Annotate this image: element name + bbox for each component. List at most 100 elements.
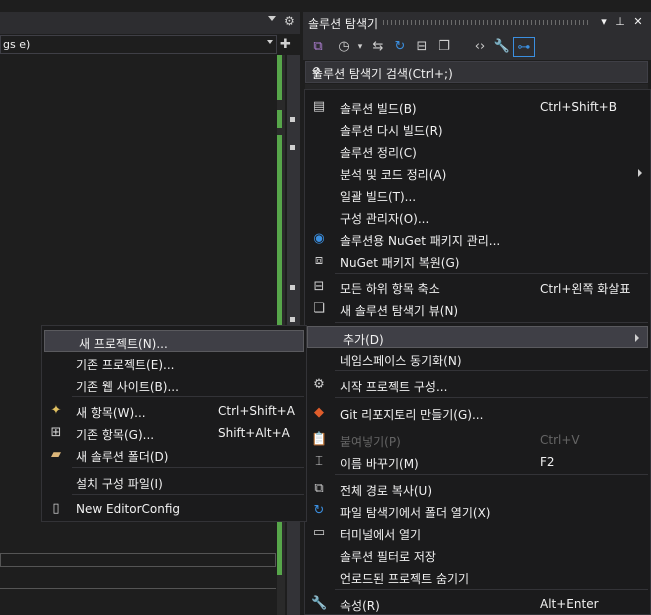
menu-item-기존-항목[interactable]: ⊞ 기존 항목(G)... Shift+Alt+A xyxy=(42,422,306,444)
menu-separator xyxy=(335,370,648,371)
menu-item-label: 기존 웹 사이트(B)... xyxy=(76,380,179,394)
menu-item-기존-프로젝트[interactable]: 기존 프로젝트(E)... xyxy=(42,352,306,374)
solution-explorer-toolbar: ⧉ ◷ ▾ ⇆ ↻ ⊟ ❐ ‹› 🔧 ⊶ xyxy=(303,34,651,60)
pin-icon[interactable]: ⊥ xyxy=(613,14,627,30)
copy-icon: ⧉ xyxy=(314,481,324,496)
folder-icon: ▰ xyxy=(51,447,61,462)
refresh-icon: ↻ xyxy=(313,503,325,518)
menu-item-솔루션용-nuget-패키지-관리[interactable]: ◉ 솔루션용 NuGet 패키지 관리... xyxy=(305,228,650,250)
menu-item-이름-바꾸기[interactable]: ⌶ 이름 바꾸기(M) F2 xyxy=(305,451,650,473)
wrench-icon: 🔧 xyxy=(311,596,328,611)
preview-icon[interactable]: ⊶ xyxy=(513,37,535,57)
divider xyxy=(0,588,276,589)
overview-mark xyxy=(290,145,295,150)
sync-active-document-icon[interactable]: ⇆ xyxy=(369,37,387,57)
menu-item-네임스페이스-동기화[interactable]: 네임스페이스 동기화(N) xyxy=(305,348,650,370)
menu-item-label: 새 항목(W)... xyxy=(76,406,146,420)
menu-item-속성[interactable]: 🔧 속성(R) Alt+Enter xyxy=(305,593,650,615)
context-menu: ▤ 솔루션 빌드(B) Ctrl+Shift+B 솔루션 다시 빌드(R) 솔루션 정리… xyxy=(304,89,651,615)
editor-bottom-field xyxy=(0,553,276,567)
menu-item-새-항목[interactable]: ✦ 새 항목(W)... Ctrl+Shift+A xyxy=(42,400,306,422)
build-icon: ▤ xyxy=(312,99,326,114)
menu-item-기존-웹-사이트[interactable]: 기존 웹 사이트(B)... xyxy=(42,374,306,396)
menu-item-new-editorconfig[interactable]: ▯ New EditorConfig xyxy=(42,498,306,520)
switch-views-icon[interactable]: ⧉ xyxy=(309,37,327,57)
add-submenu: 새 프로젝트(N)... 기존 프로젝트(E)... 기존 웹 사이트(B)... ✦… xyxy=(41,325,307,522)
menu-item-label: 전체 경로 복사(U) xyxy=(340,484,433,498)
menu-item-추가[interactable]: 추가(D) xyxy=(307,326,648,348)
menu-item-분석-및-코드-정리[interactable]: 분석 및 코드 정리(A) xyxy=(305,162,650,184)
solution-explorer-search[interactable]: 솔루션 탐색기 검색(Ctrl+;) ⚲ xyxy=(305,61,648,83)
member-dropdown-value: gs e) xyxy=(3,38,31,51)
menu-item-label: 속성(R) xyxy=(340,599,380,613)
menu-item-label: 붙여넣기(P) xyxy=(340,435,401,449)
menu-item-솔루션-빌드[interactable]: ▤ 솔루션 빌드(B) Ctrl+Shift+B xyxy=(305,96,650,118)
editor-tab-bar: ⚙ xyxy=(0,12,300,34)
menu-item-nuget-패키지-복원[interactable]: ⧈ NuGet 패키지 복원(G) xyxy=(305,250,650,272)
menu-item-솔루션-다시-빌드[interactable]: 솔루션 다시 빌드(R) xyxy=(305,118,650,140)
menu-item-파일-탐색기에서-폴더-열기[interactable]: ↻ 파일 탐색기에서 폴더 열기(X) xyxy=(305,500,650,522)
file-icon: ▯ xyxy=(52,501,60,516)
menu-item-label: 솔루션용 NuGet 패키지 관리... xyxy=(340,234,501,248)
menu-item-언로드된-프로젝트-숨기기[interactable]: 언로드된 프로젝트 숨기기 xyxy=(305,566,650,588)
menu-item-shortcut: F2 xyxy=(540,455,555,469)
menu-item-label: 솔루션 다시 빌드(R) xyxy=(340,124,443,138)
submenu-arrow-icon xyxy=(635,334,639,342)
menu-item-label: 기존 프로젝트(E)... xyxy=(76,358,175,372)
code-editor-area xyxy=(0,0,300,615)
wrench-icon[interactable]: 🔧 xyxy=(493,37,511,57)
menu-item-솔루션-필터로-저장[interactable]: 솔루션 필터로 저장 xyxy=(305,544,650,566)
menu-item-shortcut: Alt+Enter xyxy=(540,597,599,611)
chevron-down-icon[interactable] xyxy=(312,70,318,74)
member-dropdown[interactable]: gs e) xyxy=(0,35,277,54)
menu-separator xyxy=(72,494,304,495)
show-all-files-icon[interactable]: ❐ xyxy=(435,37,453,57)
menu-item-label: 구성 관리자(O)... xyxy=(340,212,430,226)
close-icon[interactable]: ✕ xyxy=(631,14,645,30)
menu-item-git-리포지토리-만들기[interactable]: ◆ Git 리포지토리 만들기(G)... xyxy=(305,402,650,424)
menu-separator xyxy=(335,589,648,590)
menu-separator xyxy=(335,397,648,398)
menu-item-shortcut: Ctrl+V xyxy=(540,433,580,447)
overview-mark xyxy=(290,117,295,122)
menu-item-전체-경로-복사[interactable]: ⧉ 전체 경로 복사(U) xyxy=(305,478,650,500)
menu-item-터미널에서-열기[interactable]: ▭ 터미널에서 열기 xyxy=(305,522,650,544)
collapse-all-icon[interactable]: ⊟ xyxy=(413,37,431,57)
terminal-icon: ▭ xyxy=(312,525,326,540)
menu-item-솔루션-정리[interactable]: 솔루션 정리(C) xyxy=(305,140,650,162)
menu-item-시작-프로젝트-구성[interactable]: ⚙ 시작 프로젝트 구성... xyxy=(305,374,650,396)
menu-item-새-솔루션-폴더[interactable]: ▰ 새 솔루션 폴더(D) xyxy=(42,444,306,466)
menu-item-붙여넣기: 📋 붙여넣기(P) Ctrl+V xyxy=(305,429,650,451)
gear-icon: ⚙ xyxy=(313,377,325,392)
tab-dropdown-icon[interactable] xyxy=(268,16,276,21)
existing-item-icon: ⊞ xyxy=(50,425,62,440)
collapse-icon: ⊟ xyxy=(313,279,325,294)
refresh-icon[interactable]: ↻ xyxy=(391,37,409,57)
split-editor-icon[interactable]: ✚ xyxy=(280,37,291,52)
menu-item-label: 솔루션 필터로 저장 xyxy=(340,550,436,564)
menu-item-shortcut: Ctrl+왼쪽 화살표 xyxy=(540,282,631,296)
menu-item-새-프로젝트[interactable]: 새 프로젝트(N)... xyxy=(44,330,304,352)
nuget-restore-icon: ⧈ xyxy=(314,253,324,268)
menu-item-label: 추가(D) xyxy=(343,333,384,347)
menu-item-구성-관리자[interactable]: 구성 관리자(O)... xyxy=(305,206,650,228)
code-view-icon[interactable]: ‹› xyxy=(471,37,489,57)
chevron-down-icon[interactable]: ▾ xyxy=(355,37,365,57)
menu-item-일괄-빌드[interactable]: 일괄 빌드(T)... xyxy=(305,184,650,206)
menu-item-label: 이름 바꾸기(M) xyxy=(340,457,419,471)
menu-separator xyxy=(335,322,648,323)
menu-item-설치-구성-파일[interactable]: 설치 구성 파일(I) xyxy=(42,471,306,493)
window-options-icon[interactable]: ▾ xyxy=(597,14,611,30)
menu-item-label: 시작 프로젝트 구성... xyxy=(340,380,448,394)
menu-separator xyxy=(335,273,648,274)
menu-item-새-솔루션-탐색기-뷰[interactable]: ❏ 새 솔루션 탐색기 뷰(N) xyxy=(305,298,650,320)
menu-item-label: NuGet 패키지 복원(G) xyxy=(340,256,460,270)
settings-gear-icon[interactable]: ⚙ xyxy=(284,14,295,28)
menu-item-shortcut: Ctrl+Shift+A xyxy=(218,404,295,418)
menu-item-label: 기존 항목(G)... xyxy=(76,428,155,442)
menu-item-모든-하위-항목-축소[interactable]: ⊟ 모든 하위 항목 축소 Ctrl+왼쪽 화살표 xyxy=(305,276,650,298)
menu-item-label: 언로드된 프로젝트 숨기기 xyxy=(340,572,470,586)
menu-item-shortcut: Ctrl+Shift+B xyxy=(540,100,617,114)
search-icon[interactable]: ⚲ xyxy=(312,65,631,79)
pending-changes-icon[interactable]: ◷ xyxy=(335,37,353,57)
